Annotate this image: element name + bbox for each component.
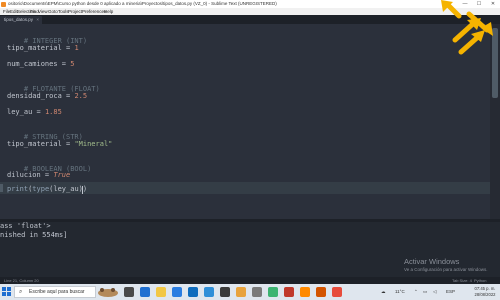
tab-bar: tipos_datos.py ×	[0, 15, 500, 24]
code-line: ley_au = 1.85	[7, 108, 62, 117]
operator: =	[61, 92, 75, 100]
variable: tipo_material	[7, 140, 62, 148]
app-icon[interactable]	[204, 287, 214, 297]
app-icon[interactable]	[252, 287, 262, 297]
syntax-selector[interactable]: Python	[474, 277, 486, 284]
weather-temp[interactable]: 11°C	[395, 284, 405, 300]
menu-goto[interactable]: Goto	[48, 8, 58, 15]
number-literal: 5	[70, 60, 75, 68]
build-output-panel[interactable]: ass 'float'> nished in 554ms] Activar Wi…	[0, 222, 500, 277]
activation-watermark-title: Activar Windows	[404, 257, 460, 266]
operator: =	[57, 60, 71, 68]
menu-help[interactable]: Help	[104, 8, 113, 15]
number-literal: 1	[74, 44, 79, 52]
code-line: tipo_material = "Mineral"	[7, 140, 112, 149]
file-explorer-icon[interactable]	[156, 287, 166, 297]
tab-label: tipos_datos.py	[4, 17, 34, 22]
text-cursor	[82, 186, 83, 194]
code-line: # INTEGER (INT)	[7, 28, 87, 45]
search-placeholder: Escribe aquí para buscar	[29, 289, 85, 295]
task-view-icon[interactable]	[124, 287, 134, 297]
variable: tipo_material	[7, 44, 62, 52]
activation-watermark-subtitle: Ve a Configuración para activar Windows.	[404, 267, 488, 272]
expand-arrows-icon	[441, 0, 493, 55]
window-title: ositorio\Documents\EPM\Curso python desd…	[8, 1, 277, 6]
sublime-text-taskbar-icon[interactable]	[300, 287, 310, 297]
variable: dilucion	[7, 171, 41, 179]
store-icon[interactable]	[172, 287, 182, 297]
cursor-position: Line 21, Column 20	[4, 278, 39, 283]
app-icon[interactable]	[284, 287, 294, 297]
console-line: nished in 554ms]	[0, 231, 68, 239]
menu-tools[interactable]: Tools	[58, 8, 69, 15]
code-line: densidad_roca = 2.5	[7, 92, 87, 101]
code-line: # STRING (STR)	[7, 124, 83, 141]
code-editor[interactable]: # INTEGER (INT) tipo_material = 1 num_ca…	[0, 24, 490, 219]
operator: =	[40, 171, 54, 179]
title-bar: ositorio\Documents\EPM\Curso python desd…	[0, 0, 500, 8]
operator: =	[61, 140, 75, 148]
mail-icon[interactable]	[188, 287, 198, 297]
clock-date: 28/08/2022	[474, 292, 496, 297]
language-indicator[interactable]: ESP	[446, 284, 455, 300]
number-literal: 1.85	[44, 108, 62, 116]
weather-icon[interactable]: ☁	[381, 284, 386, 300]
tab-tipos-datos[interactable]: tipos_datos.py ×	[0, 16, 42, 24]
app-icon[interactable]	[268, 287, 278, 297]
app-icon[interactable]	[236, 287, 246, 297]
edge-icon[interactable]	[140, 287, 150, 297]
code-line: # BOOLEAN (BOOL)	[7, 156, 91, 173]
argument: ley_au	[53, 185, 79, 193]
search-icon: ⌕	[19, 289, 23, 295]
operator: =	[32, 108, 45, 116]
fold-marker	[0, 184, 3, 192]
menu-project[interactable]: Project	[68, 8, 82, 15]
code-line: print(type(ley_au))	[7, 185, 87, 194]
menu-bar: File Edit Selection Find View Goto Tools…	[0, 8, 500, 15]
app-icon[interactable]	[316, 287, 326, 297]
code-line: tipo_material = 1	[7, 44, 79, 53]
string-literal: "Mineral"	[74, 140, 113, 148]
menu-view[interactable]: View	[38, 8, 48, 15]
code-line: num_camiones = 5	[7, 60, 74, 69]
code-line: # FLOTANTE (FLOAT)	[7, 76, 100, 93]
console-line: ass 'float'>	[0, 222, 51, 230]
variable: ley_au	[7, 108, 33, 116]
variable: num_camiones	[7, 60, 58, 68]
search-highlight-icon[interactable]	[96, 286, 120, 298]
variable: densidad_roca	[7, 92, 62, 100]
taskbar-search-input[interactable]: ⌕ Escribe aquí para buscar	[14, 286, 96, 298]
network-icon[interactable]: ▭	[423, 284, 427, 300]
volume-icon[interactable]: ◁	[433, 284, 436, 300]
sublime-text-icon	[1, 1, 6, 7]
function-name: type	[32, 185, 50, 193]
tray-expand-icon[interactable]: ⌃	[414, 284, 418, 300]
windows-taskbar: ⌕ Escribe aquí para buscar ☁ 11°C ⌃ ▭ ◁ …	[0, 284, 500, 300]
tab-close-icon[interactable]: ×	[36, 16, 39, 24]
status-bar: Line 21, Column 20 Tab Size: 4 Python	[0, 277, 500, 284]
boolean-literal: True	[53, 171, 71, 179]
app-icon[interactable]	[332, 287, 342, 297]
operator: =	[61, 44, 75, 52]
taskbar-clock[interactable]: 07:45 p. m. 28/08/2022	[474, 286, 496, 298]
code-line: dilucion = True	[7, 171, 70, 180]
number-literal: 2.5	[74, 92, 88, 100]
tab-size-selector[interactable]: Tab Size: 4	[452, 277, 472, 284]
app-icon[interactable]	[220, 287, 230, 297]
function-name: print	[7, 185, 29, 193]
menu-preferences[interactable]: Preferences	[82, 8, 106, 15]
windows-start-icon[interactable]	[2, 287, 12, 297]
